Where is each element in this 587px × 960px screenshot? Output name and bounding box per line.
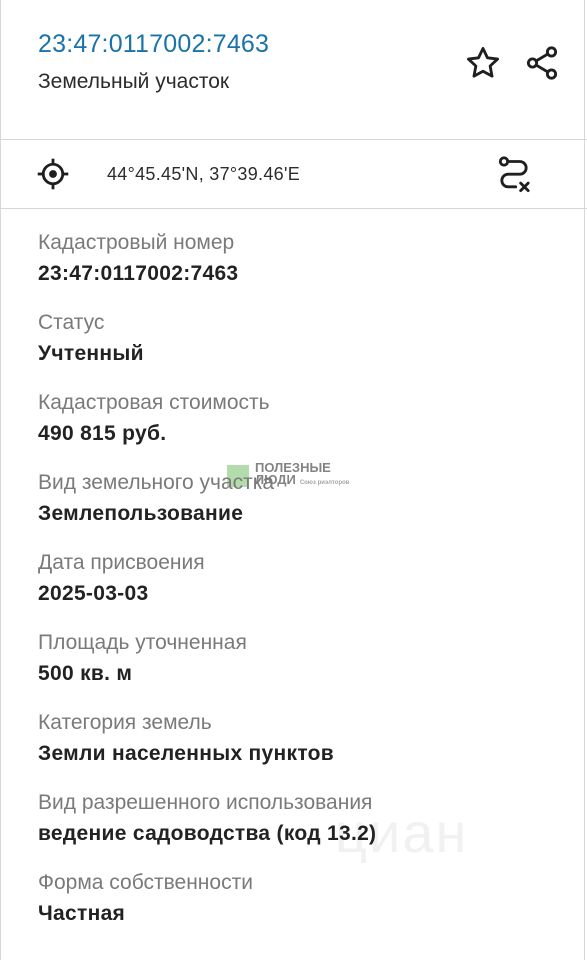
field-area: Площадь уточненная 500 кв. м xyxy=(38,628,558,708)
field-permitted-use: Вид разрешенного использования ведение с… xyxy=(38,788,558,868)
location-target-icon xyxy=(37,158,69,190)
favorite-button[interactable] xyxy=(463,43,503,83)
route-button[interactable] xyxy=(494,154,534,194)
field-land-category: Категория земель Земли населенных пункто… xyxy=(38,708,558,788)
field-ownership: Форма собственности Частная xyxy=(38,868,558,948)
field-status: Статус Учтенный xyxy=(38,308,558,388)
cadastral-title[interactable]: 23:47:0117002:7463 xyxy=(38,30,269,59)
field-value: Землепользование xyxy=(38,502,244,525)
coordinates-text[interactable]: 44°45.45'N, 37°39.46'E xyxy=(107,164,300,185)
field-label: Статус xyxy=(38,311,105,334)
field-label: Категория земель xyxy=(38,711,212,734)
field-land-plot-type: Вид земельного участка Землепользование xyxy=(38,468,558,548)
star-icon xyxy=(467,47,499,78)
show-on-map-button[interactable] xyxy=(33,154,73,194)
field-label: Площадь уточненная xyxy=(38,631,247,654)
field-value: Учтенный xyxy=(38,342,144,365)
field-value: 490 815 руб. xyxy=(38,422,167,445)
field-value: ведение садоводства (код 13.2) xyxy=(38,822,377,845)
field-cadastral-number: Кадастровый номер 23:47:0117002:7463 xyxy=(38,228,558,308)
coordinates-bar: 44°45.45'N, 37°39.46'E xyxy=(0,140,587,209)
field-value: Частная xyxy=(38,902,126,925)
field-label: Дата присвоения xyxy=(38,551,205,574)
field-value: 500 кв. м xyxy=(38,662,133,685)
share-icon xyxy=(526,46,558,80)
object-type-subtitle: Земельный участок xyxy=(38,70,230,93)
field-value: Земли населенных пунктов xyxy=(38,742,334,765)
field-label: Вид разрешенного использования xyxy=(38,791,373,814)
field-label: Кадастровый номер xyxy=(38,231,235,254)
field-label: Форма собственности xyxy=(38,871,253,894)
share-button[interactable] xyxy=(522,43,562,83)
field-label: Кадастровая стоимость xyxy=(38,391,270,414)
field-value[interactable]: 23:47:0117002:7463 xyxy=(38,258,558,290)
header: 23:47:0117002:7463 Земельный участок xyxy=(0,0,587,140)
property-details: Кадастровый номер 23:47:0117002:7463 Ста… xyxy=(38,228,558,948)
field-assignment-date: Дата присвоения 2025-03-03 xyxy=(38,548,558,628)
route-icon xyxy=(498,156,530,193)
field-label: Вид земельного участка xyxy=(38,471,275,494)
field-cadastral-value: Кадастровая стоимость 490 815 руб. xyxy=(38,388,558,468)
field-value: 2025-03-03 xyxy=(38,582,149,605)
